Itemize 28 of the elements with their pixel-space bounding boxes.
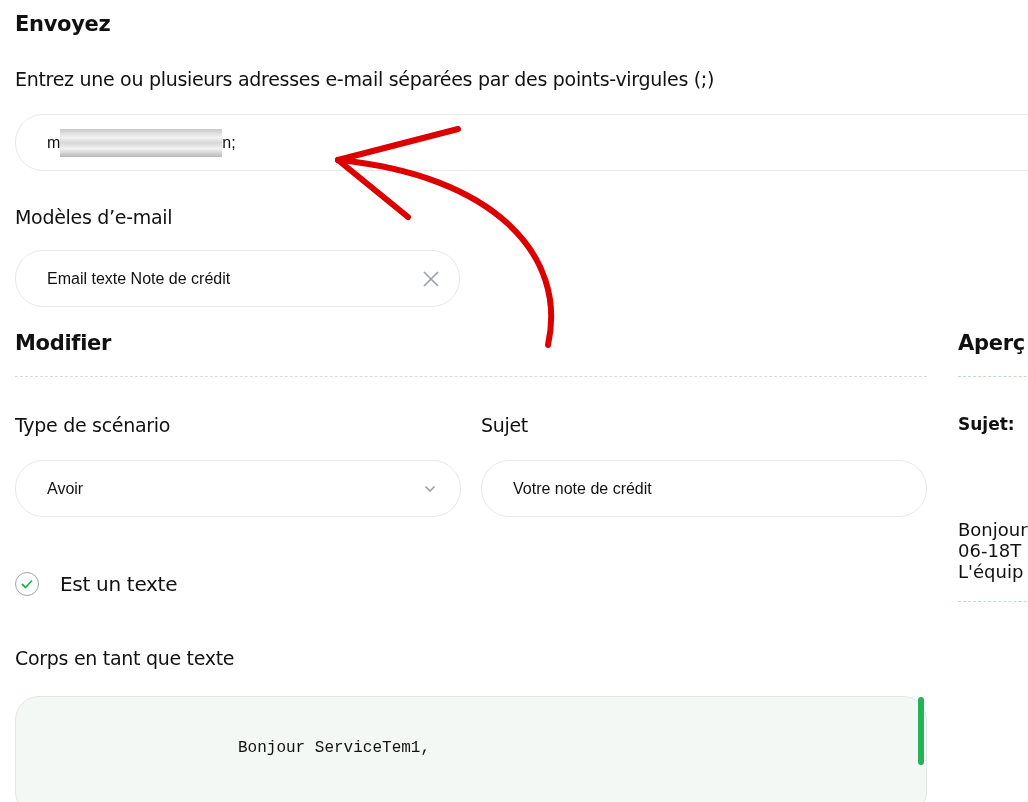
section-title: Aperç [958,330,1026,357]
checkbox-label: Est un texte [60,572,178,596]
field-value: Email texte Note de crédit [47,269,231,288]
email-text: n; [222,133,236,152]
field-label: Sujet [481,413,530,438]
check-icon [21,579,33,589]
email-text: m [47,133,61,152]
section-title: Modifier [15,330,113,357]
scrollbar-thumb[interactable] [918,697,924,765]
scenario-dropdown[interactable]: Avoir [15,460,461,517]
body-text: Bonjour ServiceTem1, [238,739,431,757]
chevron-down-icon [424,484,436,493]
preview-text: L'équip [958,561,1025,582]
preview-text: 06-18T [958,540,1023,561]
field-value: Votre note de crédit [513,479,652,498]
template-field[interactable]: Email texte Note de crédit [15,250,460,307]
field-label: Type de scénario [15,413,172,438]
clear-icon [423,270,439,287]
subject-label: Sujet: [958,414,1016,434]
text-area[interactable]: Bonjour ServiceTem1, [15,696,927,802]
field-label: Corps en tant que texte [15,646,236,671]
field-label: Modèles d’e-mail [15,205,174,230]
section-title: Envoyez [15,11,112,38]
subject-field[interactable]: Votre note de crédit [481,460,927,517]
field-label: Entrez une ou plusieurs adresses e-mail séparées par des points-virgules (;) [15,67,716,92]
email-field[interactable]: m n; [15,114,1028,171]
field-value: Avoir [47,479,84,498]
preview-text: Bonjour [958,519,1028,540]
